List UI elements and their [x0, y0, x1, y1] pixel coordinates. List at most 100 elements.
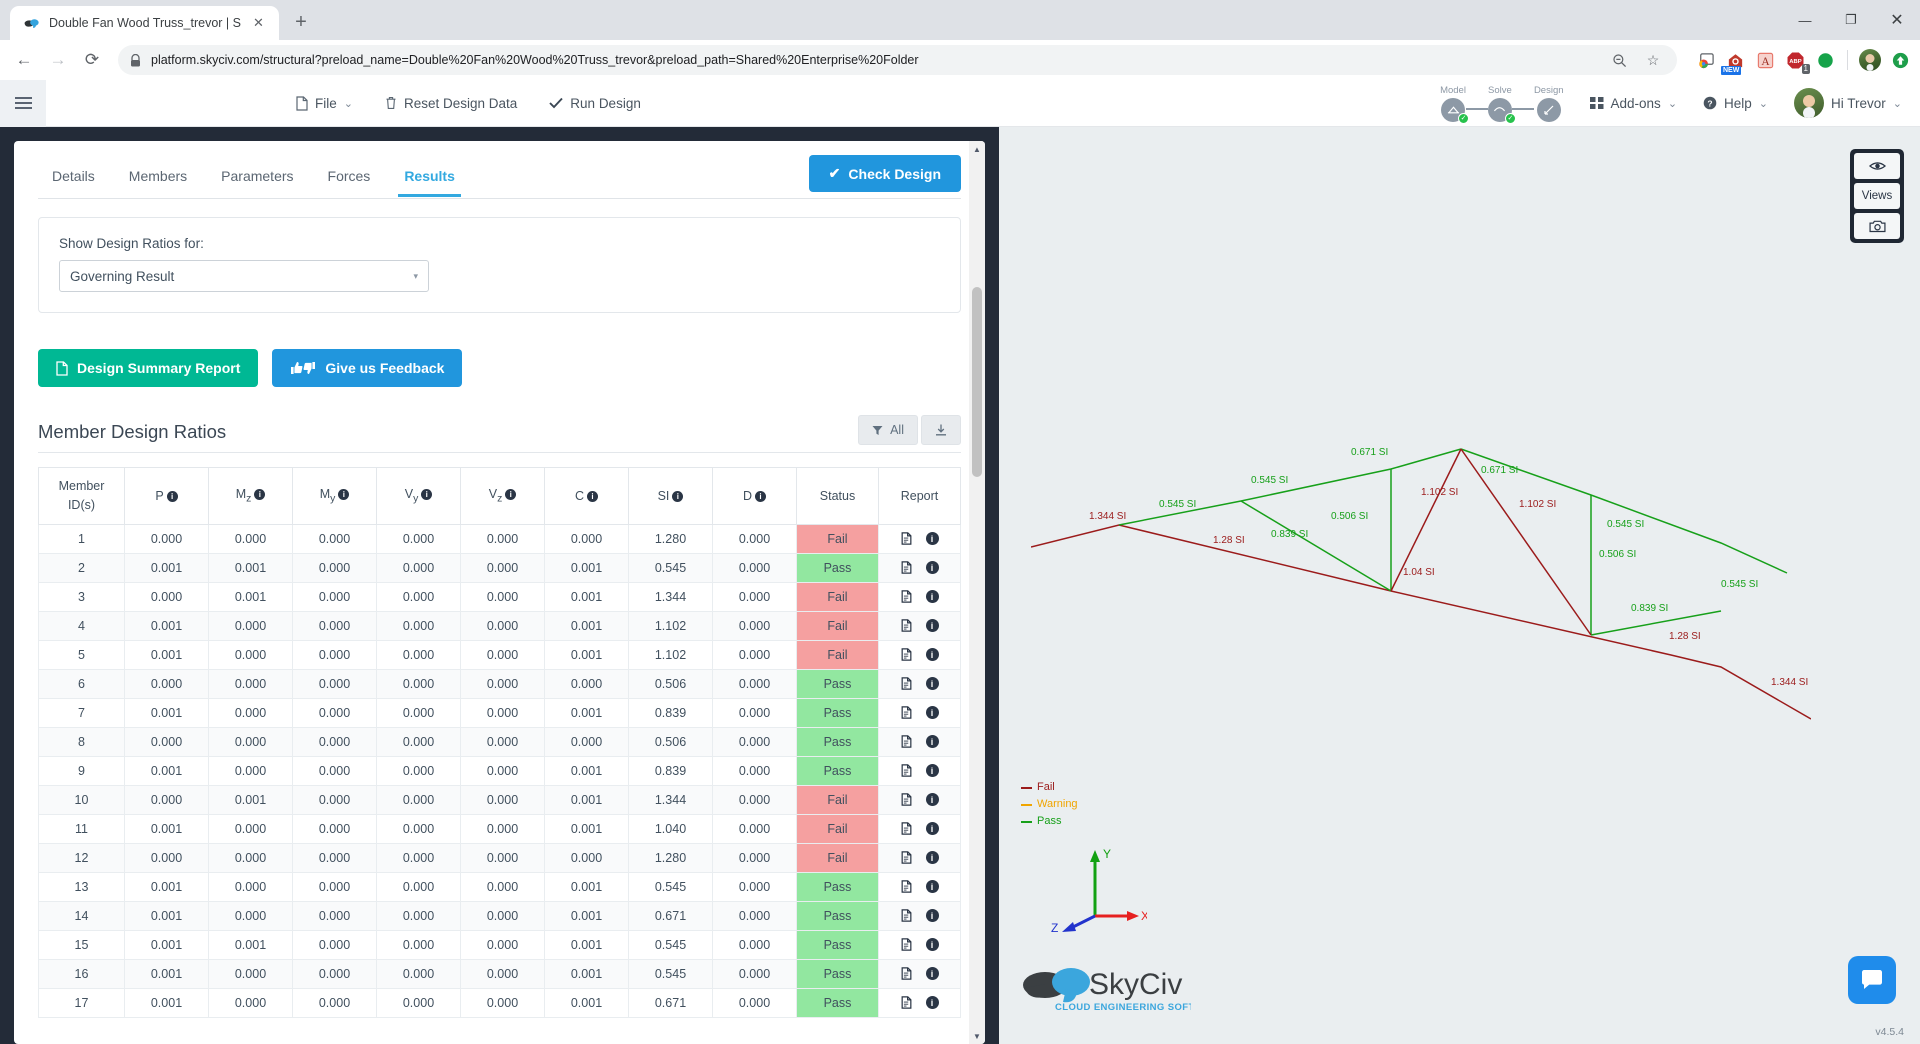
- table-row[interactable]: 4 0.001 0.000 0.000 0.000 0.000 0.001 1.102 0.00…: [38, 610, 961, 641]
- info-icon[interactable]: i: [925, 967, 939, 980]
- report-file-icon[interactable]: [901, 967, 912, 980]
- info-icon[interactable]: i: [587, 490, 599, 502]
- report-file-icon[interactable]: [901, 735, 912, 748]
- table-row[interactable]: 3 0.000 0.001 0.000 0.000 0.000 0.001 1.344 0.00…: [38, 581, 961, 612]
- tab-parameters[interactable]: Parameters: [207, 158, 307, 196]
- report-file-icon[interactable]: [901, 706, 912, 719]
- maximize-window-button[interactable]: ❐: [1828, 0, 1874, 40]
- report-file-icon[interactable]: [901, 880, 912, 893]
- info-icon[interactable]: i: [925, 590, 939, 603]
- tab-details[interactable]: Details: [38, 158, 109, 196]
- table-row[interactable]: 14 0.001 0.000 0.000 0.000 0.000 0.001 0.671 0.0…: [38, 900, 961, 931]
- report-file-icon[interactable]: [901, 851, 912, 864]
- info-icon[interactable]: i: [925, 909, 939, 922]
- report-file-icon[interactable]: [901, 996, 912, 1009]
- reset-design-data-button[interactable]: Reset Design Data: [385, 96, 517, 111]
- run-design-button[interactable]: Run Design: [549, 96, 641, 111]
- table-row[interactable]: 16 0.001 0.000 0.000 0.000 0.000 0.001 0.545 0.0…: [38, 958, 961, 989]
- governing-result-select[interactable]: Governing Result ▾: [59, 260, 429, 292]
- report-file-icon[interactable]: [901, 764, 912, 777]
- tab-results[interactable]: Results: [390, 158, 469, 197]
- user-menu-button[interactable]: Hi Trevor ⌄: [1794, 88, 1902, 118]
- info-icon[interactable]: i: [925, 735, 939, 748]
- scroll-up-arrow[interactable]: ▲: [969, 141, 985, 157]
- info-icon[interactable]: i: [166, 490, 178, 502]
- model-viewport[interactable]: Views 1.344 SI 0.545 SI 0.545 SI 0.671 S…: [999, 127, 1920, 1044]
- scrollbar-track[interactable]: [969, 157, 985, 1028]
- report-file-icon[interactable]: [901, 938, 912, 951]
- close-window-button[interactable]: ✕: [1874, 0, 1920, 40]
- info-icon[interactable]: i: [338, 489, 350, 501]
- info-icon[interactable]: i: [925, 822, 939, 835]
- report-file-icon[interactable]: [901, 590, 912, 603]
- file-menu-button[interactable]: File ⌄: [296, 96, 353, 111]
- panel-scrollbar[interactable]: ▲ ▼: [969, 141, 985, 1044]
- info-icon[interactable]: i: [254, 489, 266, 501]
- table-row[interactable]: 8 0.000 0.000 0.000 0.000 0.000 0.000 0.506 0.00…: [38, 726, 961, 757]
- info-icon[interactable]: i: [925, 938, 939, 951]
- update-available-icon[interactable]: [1888, 48, 1912, 72]
- profile-avatar[interactable]: [1858, 48, 1882, 72]
- step-design[interactable]: Design: [1534, 85, 1564, 122]
- visibility-icon[interactable]: [1854, 153, 1900, 179]
- chat-bubble-icon[interactable]: [1848, 956, 1896, 1004]
- info-icon[interactable]: i: [925, 764, 939, 777]
- info-icon[interactable]: i: [925, 793, 939, 806]
- addons-menu-button[interactable]: Add-ons ⌄: [1589, 96, 1677, 111]
- report-file-icon[interactable]: [901, 619, 912, 632]
- forward-button[interactable]: →: [42, 44, 74, 76]
- scroll-down-arrow[interactable]: ▼: [969, 1028, 985, 1044]
- info-icon[interactable]: i: [925, 561, 939, 574]
- info-icon[interactable]: i: [925, 677, 939, 690]
- report-file-icon[interactable]: [901, 909, 912, 922]
- chrome-apps-icon[interactable]: [1693, 48, 1717, 72]
- table-row[interactable]: 11 0.001 0.000 0.000 0.000 0.000 0.001 1.040 0.0…: [38, 813, 961, 844]
- table-row[interactable]: 5 0.001 0.000 0.000 0.000 0.000 0.001 1.102 0.00…: [38, 639, 961, 670]
- zoom-out-icon[interactable]: [1607, 48, 1631, 72]
- table-row[interactable]: 15 0.001 0.001 0.000 0.000 0.000 0.001 0.545 0.0…: [38, 929, 961, 960]
- browser-tab[interactable]: Double Fan Wood Truss_trevor | S ✕: [10, 6, 279, 40]
- info-icon[interactable]: i: [925, 648, 939, 661]
- help-menu-button[interactable]: ? Help ⌄: [1703, 96, 1768, 111]
- screenshot-camera-icon[interactable]: [1854, 213, 1900, 239]
- tab-forces[interactable]: Forces: [314, 158, 385, 196]
- info-icon[interactable]: i: [925, 619, 939, 632]
- step-solve[interactable]: Solve ✓: [1487, 85, 1516, 124]
- table-row[interactable]: 12 0.000 0.000 0.000 0.000 0.000 0.000 1.280 0.0…: [38, 842, 961, 873]
- info-icon[interactable]: i: [925, 851, 939, 864]
- info-icon[interactable]: i: [755, 490, 767, 502]
- table-row[interactable]: 1 0.000 0.000 0.000 0.000 0.000 0.000 1.280 0.00…: [38, 523, 961, 554]
- table-row[interactable]: 7 0.001 0.000 0.000 0.000 0.000 0.001 0.839 0.00…: [38, 697, 961, 728]
- table-row[interactable]: 2 0.001 0.001 0.000 0.000 0.000 0.001 0.545 0.00…: [38, 552, 961, 583]
- adobe-acrobat-icon[interactable]: A: [1753, 48, 1777, 72]
- report-file-icon[interactable]: [901, 532, 912, 545]
- info-icon[interactable]: i: [505, 489, 517, 501]
- report-file-icon[interactable]: [901, 793, 912, 806]
- table-row[interactable]: 10 0.000 0.001 0.000 0.000 0.000 0.001 1.344 0.0…: [38, 784, 961, 815]
- report-file-icon[interactable]: [901, 648, 912, 661]
- green-dot-extension-icon[interactable]: [1813, 48, 1837, 72]
- report-file-icon[interactable]: [901, 677, 912, 690]
- info-icon[interactable]: i: [925, 706, 939, 719]
- info-icon[interactable]: i: [925, 880, 939, 893]
- table-row[interactable]: 17 0.001 0.000 0.000 0.000 0.000 0.001 0.671 0.0…: [38, 987, 961, 1018]
- omnibox[interactable]: platform.skyciv.com/structural?preload_n…: [118, 45, 1677, 75]
- step-model[interactable]: Model ✓: [1440, 85, 1469, 124]
- tab-members[interactable]: Members: [115, 158, 201, 196]
- table-row[interactable]: 6 0.000 0.000 0.000 0.000 0.000 0.000 0.506 0.00…: [38, 668, 961, 699]
- info-icon[interactable]: i: [925, 532, 939, 545]
- reload-button[interactable]: ⟳: [76, 44, 108, 76]
- check-design-button[interactable]: ✔ Check Design: [808, 155, 961, 192]
- tab-close-icon[interactable]: ✕: [250, 15, 267, 32]
- table-row[interactable]: 13 0.001 0.000 0.000 0.000 0.000 0.001 0.545 0.0…: [38, 871, 961, 902]
- info-icon[interactable]: i: [925, 996, 939, 1009]
- table-row[interactable]: 9 0.001 0.000 0.000 0.000 0.000 0.001 0.839 0.00…: [38, 755, 961, 786]
- scrollbar-thumb[interactable]: [972, 287, 982, 477]
- extension-new-icon[interactable]: NEW: [1721, 48, 1747, 75]
- give-feedback-button[interactable]: Give us Feedback: [272, 349, 463, 387]
- info-icon[interactable]: i: [421, 489, 433, 501]
- report-file-icon[interactable]: [901, 561, 912, 574]
- minimize-window-button[interactable]: —: [1782, 0, 1828, 40]
- filter-all-button[interactable]: All: [858, 415, 918, 445]
- download-table-button[interactable]: [921, 415, 961, 445]
